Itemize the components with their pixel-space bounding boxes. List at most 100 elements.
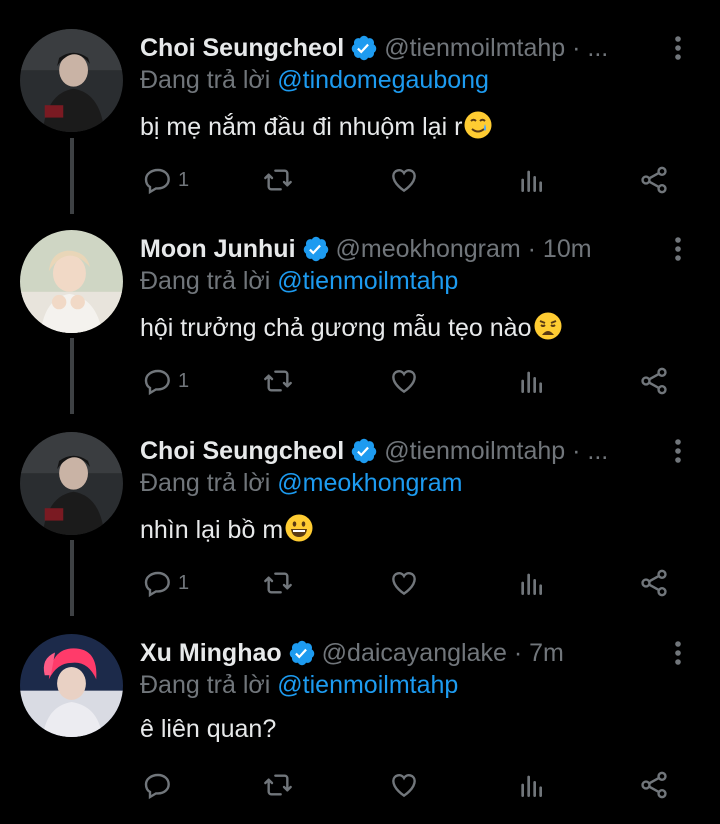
share-icon	[638, 365, 670, 397]
analytics-button[interactable]	[516, 563, 548, 603]
retweet-icon	[262, 365, 294, 397]
tweet-header: Xu Minghao @daicayanglake · 7m	[140, 636, 564, 670]
reply-count: 1	[178, 168, 190, 191]
like-button[interactable]	[388, 361, 420, 401]
display-name[interactable]: Xu Minghao	[140, 639, 282, 668]
tweet-header: Choi Seungcheol @tienmoilmtahp · ...	[140, 31, 608, 65]
analytics-icon	[516, 769, 548, 801]
retweet-button[interactable]	[262, 563, 294, 603]
reply-count: 1	[178, 369, 190, 392]
tweet[interactable]: Xu Minghao @daicayanglake · 7m Đang trả …	[0, 605, 720, 809]
avatar[interactable]	[20, 432, 123, 535]
replying-prefix: Đang trả lời	[140, 671, 271, 699]
replying-prefix: Đang trả lời	[140, 267, 271, 295]
reply-count: 1	[178, 571, 190, 594]
more-options-icon[interactable]	[668, 639, 688, 667]
weary-face-emoji	[533, 311, 563, 341]
junhui-avatar-image	[20, 230, 123, 333]
tweet-header: Moon Junhui @meokhongram · 10m	[140, 232, 592, 266]
tweet-actions: 1	[0, 160, 720, 200]
tweet[interactable]: Choi Seungcheol @tienmoilmtahp · ... Đan…	[0, 0, 720, 204]
share-icon	[638, 567, 670, 599]
analytics-icon	[516, 365, 548, 397]
reply-icon	[142, 365, 174, 397]
mention-link[interactable]: @tindomegaubong	[277, 66, 489, 94]
like-button[interactable]	[388, 160, 420, 200]
seungcheol-avatar-image	[20, 432, 123, 535]
heart-icon	[388, 365, 420, 397]
replying-to: Đang trả lời @tienmoilmtahp	[140, 671, 458, 700]
minghao-avatar-image	[20, 634, 123, 737]
reply-button[interactable]: 1	[142, 563, 189, 603]
replying-prefix: Đang trả lời	[140, 469, 271, 497]
share-icon	[638, 769, 670, 801]
verified-badge-icon	[302, 235, 330, 263]
share-button[interactable]	[638, 765, 670, 805]
mention-link[interactable]: @meokhongram	[277, 469, 462, 497]
mention-link[interactable]: @tienmoilmtahp	[277, 671, 458, 699]
analytics-button[interactable]	[516, 361, 548, 401]
heart-icon	[388, 164, 420, 196]
mention-link[interactable]: @tienmoilmtahp	[277, 267, 458, 295]
like-button[interactable]	[388, 765, 420, 805]
replying-to: Đang trả lời @tienmoilmtahp	[140, 267, 458, 296]
tweet-text: bị mẹ nắm đầu đi nhuộm lại r	[140, 110, 493, 142]
tweet-text-content: ê liên quan?	[140, 715, 277, 743]
tweet-actions	[0, 765, 720, 805]
retweet-icon	[262, 164, 294, 196]
share-button[interactable]	[638, 160, 670, 200]
tweet-text-content: hội trưởng chả gương mẫu tẹo nào	[140, 314, 532, 342]
analytics-button[interactable]	[516, 765, 548, 805]
retweet-button[interactable]	[262, 160, 294, 200]
tweet-text-content: bị mẹ nắm đầu đi nhuộm lại r	[140, 113, 463, 141]
more-options-icon[interactable]	[668, 34, 688, 62]
replying-prefix: Đang trả lời	[140, 66, 271, 94]
reply-button[interactable]: 1	[142, 160, 189, 200]
display-name[interactable]: Choi Seungcheol	[140, 34, 344, 63]
handle-timestamp[interactable]: @meokhongram · 10m	[336, 235, 592, 264]
heart-icon	[388, 769, 420, 801]
verified-badge-icon	[350, 437, 378, 465]
analytics-button[interactable]	[516, 160, 548, 200]
reply-icon	[142, 567, 174, 599]
tweet-text: ê liên quan?	[140, 715, 276, 744]
avatar[interactable]	[20, 634, 123, 737]
share-button[interactable]	[638, 563, 670, 603]
tweet-text: hội trưởng chả gương mẫu tẹo nào	[140, 311, 563, 343]
retweet-icon	[262, 769, 294, 801]
verified-badge-icon	[288, 639, 316, 667]
replying-to: Đang trả lời @meokhongram	[140, 469, 462, 498]
tweet[interactable]: Moon Junhui @meokhongram · 10m Đang trả …	[0, 201, 720, 405]
tweet-header: Choi Seungcheol @tienmoilmtahp · ...	[140, 434, 608, 468]
reply-icon	[142, 769, 174, 801]
retweet-button[interactable]	[262, 765, 294, 805]
verified-badge-icon	[350, 34, 378, 62]
avatar[interactable]	[20, 230, 123, 333]
analytics-icon	[516, 164, 548, 196]
handle-timestamp[interactable]: @tienmoilmtahp · ...	[384, 437, 608, 466]
tweet-text: nhìn lại bồ m	[140, 513, 314, 545]
retweet-icon	[262, 567, 294, 599]
avatar[interactable]	[20, 29, 123, 132]
display-name[interactable]: Choi Seungcheol	[140, 437, 344, 466]
grinning-face-emoji	[284, 513, 314, 543]
share-button[interactable]	[638, 361, 670, 401]
tweet-actions: 1	[0, 361, 720, 401]
smiling-face-with-tear-emoji	[463, 110, 493, 140]
share-icon	[638, 164, 670, 196]
reply-icon	[142, 164, 174, 196]
reply-button[interactable]	[142, 765, 178, 805]
reply-button[interactable]: 1	[142, 361, 189, 401]
retweet-button[interactable]	[262, 361, 294, 401]
heart-icon	[388, 567, 420, 599]
seungcheol-avatar-image	[20, 29, 123, 132]
more-options-icon[interactable]	[668, 235, 688, 263]
tweet[interactable]: Choi Seungcheol @tienmoilmtahp · ... Đan…	[0, 403, 720, 607]
more-options-icon[interactable]	[668, 437, 688, 465]
display-name[interactable]: Moon Junhui	[140, 235, 296, 264]
like-button[interactable]	[388, 563, 420, 603]
handle-timestamp[interactable]: @tienmoilmtahp · ...	[384, 34, 608, 63]
replying-to: Đang trả lời @tindomegaubong	[140, 66, 489, 95]
tweet-text-content: nhìn lại bồ m	[140, 516, 284, 544]
handle-timestamp[interactable]: @daicayanglake · 7m	[322, 639, 564, 668]
